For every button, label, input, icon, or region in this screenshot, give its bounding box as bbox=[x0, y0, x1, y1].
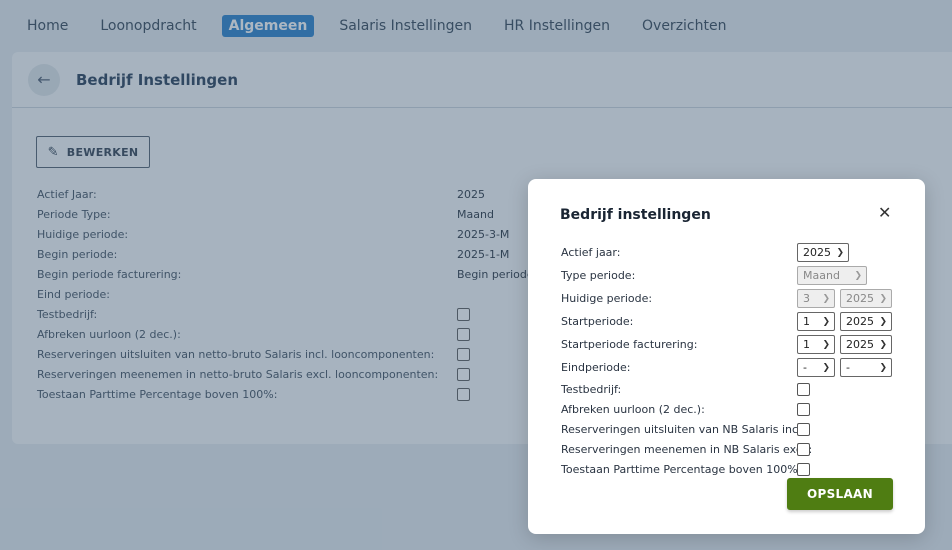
field-actief-jaar: Actief jaar: 2025 ❯ bbox=[561, 241, 901, 264]
field-label: Reserveringen uitsluiten van NB Salaris … bbox=[561, 422, 809, 436]
type-periode-select: Maand ❯ bbox=[797, 266, 867, 285]
select-value: 2025 bbox=[846, 292, 874, 305]
huidige-periode-year-select: 2025 ❯ bbox=[840, 289, 892, 308]
field-label: Type periode: bbox=[561, 269, 636, 282]
chevron-down-icon: ❯ bbox=[879, 316, 887, 327]
field-parttime-percentage: Toestaan Parttime Percentage boven 100%: bbox=[561, 459, 901, 479]
field-label: Startperiode: bbox=[561, 315, 634, 328]
startperiode-month-select[interactable]: 1 ❯ bbox=[797, 312, 835, 331]
field-reserveringen-meenemen: Reserveringen meenemen in NB Salaris exc… bbox=[561, 439, 901, 459]
startperiode-facturering-month-select[interactable]: 1 ❯ bbox=[797, 335, 835, 354]
field-label: Startperiode facturering: bbox=[561, 338, 698, 351]
field-label: Testbedrijf: bbox=[561, 382, 622, 396]
eindperiode-month-select[interactable]: - ❯ bbox=[797, 358, 835, 377]
select-value: 3 bbox=[803, 292, 810, 305]
select-value: 1 bbox=[803, 315, 810, 328]
huidige-periode-month-select: 3 ❯ bbox=[797, 289, 835, 308]
chevron-down-icon: ❯ bbox=[879, 362, 887, 373]
startperiode-year-select[interactable]: 2025 ❯ bbox=[840, 312, 892, 331]
field-label: Huidige periode: bbox=[561, 292, 653, 305]
chevron-down-icon: ❯ bbox=[879, 339, 887, 350]
chevron-down-icon: ❯ bbox=[822, 362, 830, 373]
select-value: 2025 bbox=[803, 246, 831, 259]
field-afbreken-uurloon: Afbreken uurloon (2 dec.): bbox=[561, 399, 901, 419]
chevron-down-icon: ❯ bbox=[822, 316, 830, 327]
field-label: Afbreken uurloon (2 dec.): bbox=[561, 402, 705, 416]
actief-jaar-select[interactable]: 2025 ❯ bbox=[797, 243, 849, 262]
field-type-periode: Type periode: Maand ❯ bbox=[561, 264, 901, 287]
save-button[interactable]: OPSLAAN bbox=[787, 478, 893, 510]
close-icon[interactable]: ✕ bbox=[878, 203, 891, 222]
reserveringen-uitsluiten-checkbox[interactable] bbox=[797, 422, 810, 436]
select-value: 1 bbox=[803, 338, 810, 351]
chevron-down-icon: ❯ bbox=[836, 247, 844, 258]
field-label: Actief jaar: bbox=[561, 246, 621, 259]
select-value: - bbox=[846, 361, 850, 374]
chevron-down-icon: ❯ bbox=[879, 293, 887, 304]
field-testbedrijf: Testbedrijf: bbox=[561, 379, 901, 399]
select-value: 2025 bbox=[846, 315, 874, 328]
company-settings-dialog: Bedrijf instellingen ✕ Actief jaar: 2025… bbox=[528, 179, 925, 534]
select-value: - bbox=[803, 361, 807, 374]
chevron-down-icon: ❯ bbox=[854, 270, 862, 281]
field-startperiode-facturering: Startperiode facturering: 1 ❯ 2025 ❯ bbox=[561, 333, 901, 356]
field-startperiode: Startperiode: 1 ❯ 2025 ❯ bbox=[561, 310, 901, 333]
chevron-down-icon: ❯ bbox=[822, 293, 830, 304]
testbedrijf-checkbox[interactable] bbox=[797, 382, 810, 396]
field-label: Toestaan Parttime Percentage boven 100%: bbox=[561, 462, 802, 476]
startperiode-facturering-year-select[interactable]: 2025 ❯ bbox=[840, 335, 892, 354]
reserveringen-meenemen-checkbox[interactable] bbox=[797, 442, 810, 456]
field-label: Eindperiode: bbox=[561, 361, 631, 374]
afbreken-uurloon-checkbox[interactable] bbox=[797, 402, 810, 416]
field-huidige-periode: Huidige periode: 3 ❯ 2025 ❯ bbox=[561, 287, 901, 310]
field-label: Reserveringen meenemen in NB Salaris exc… bbox=[561, 442, 813, 456]
select-value: 2025 bbox=[846, 338, 874, 351]
parttime-percentage-checkbox[interactable] bbox=[797, 462, 810, 476]
chevron-down-icon: ❯ bbox=[822, 339, 830, 350]
field-eindperiode: Eindperiode: - ❯ - ❯ bbox=[561, 356, 901, 379]
select-value: Maand bbox=[803, 269, 840, 282]
dialog-title: Bedrijf instellingen bbox=[560, 207, 711, 223]
settings-form: Actief jaar: 2025 ❯ Type periode: Maand ❯ … bbox=[561, 241, 901, 479]
eindperiode-year-select[interactable]: - ❯ bbox=[840, 358, 892, 377]
field-reserveringen-uitsluiten: Reserveringen uitsluiten van NB Salaris … bbox=[561, 419, 901, 439]
